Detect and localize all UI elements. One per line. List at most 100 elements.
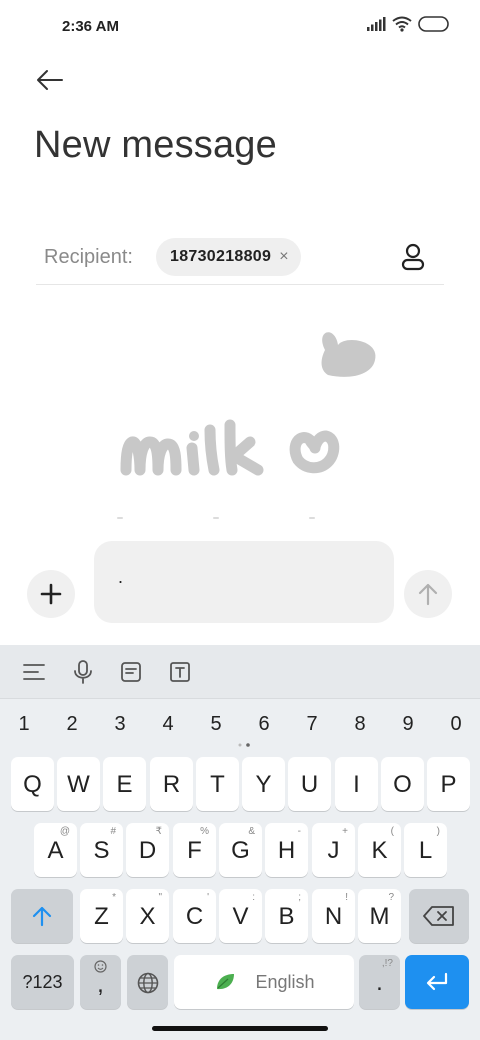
status-time: 2:36 AM: [62, 18, 119, 35]
key-h[interactable]: -H: [265, 823, 308, 877]
key-label: R: [162, 771, 181, 798]
key-w[interactable]: W: [57, 757, 100, 811]
key-x[interactable]: " X: [126, 889, 169, 943]
key-g[interactable]: & G: [219, 823, 262, 877]
key-i[interactable]: I: [335, 757, 378, 811]
wifi-icon: [392, 16, 412, 32]
key-9[interactable]: 9: [388, 707, 428, 741]
key-secondary: (: [390, 826, 394, 837]
key-j[interactable]: + J: [312, 823, 355, 877]
numeric-mode-key[interactable]: ?123: [11, 955, 74, 1009]
key-label: V: [232, 903, 249, 930]
text-format-icon: [170, 662, 190, 682]
key-secondary: ;: [298, 892, 301, 903]
menu-lines-icon: [23, 664, 45, 680]
key-8[interactable]: 8: [340, 707, 380, 741]
key-b[interactable]: ; B: [265, 889, 308, 943]
page-indicator: [238, 743, 250, 747]
key-a[interactable]: @ A: [34, 823, 77, 877]
key-secondary: ': [207, 892, 209, 903]
enter-icon: [426, 972, 448, 991]
key-6[interactable]: 6: [244, 707, 284, 741]
key-t[interactable]: T: [196, 757, 239, 811]
key-c[interactable]: ' C: [173, 889, 216, 943]
key-label: M: [369, 903, 390, 930]
key-label: W: [67, 771, 90, 798]
key-7[interactable]: 7: [292, 707, 332, 741]
key-label: D: [138, 837, 157, 864]
recipient-label: Recipient:: [44, 246, 133, 268]
key-v[interactable]: :V: [219, 889, 262, 943]
key-l[interactable]: ) L: [404, 823, 447, 877]
key-secondary: ": [158, 892, 162, 903]
key-q[interactable]: Q: [11, 757, 54, 811]
key-f[interactable]: % F: [173, 823, 216, 877]
back-button[interactable]: [28, 62, 72, 98]
key-u[interactable]: U: [288, 757, 331, 811]
key-label: .: [376, 969, 383, 996]
space-key[interactable]: English: [174, 955, 354, 1009]
recipient-row: Recipient: 18730218809 ×: [36, 232, 444, 285]
key-z[interactable]: * Z: [80, 889, 123, 943]
voice-input-button[interactable]: [69, 658, 97, 686]
enter-key[interactable]: [405, 955, 469, 1009]
key-label: L: [418, 837, 433, 864]
emoji-comma-key[interactable]: ,: [80, 955, 121, 1009]
key-2[interactable]: 2: [52, 707, 92, 741]
status-bar: 2:36 AM: [0, 0, 480, 56]
key-label: K: [371, 837, 388, 864]
clipboard-icon: [121, 662, 141, 682]
key-m[interactable]: ? M: [358, 889, 401, 943]
menu-button[interactable]: [20, 658, 48, 686]
key-y[interactable]: Y: [242, 757, 285, 811]
key-3[interactable]: 3: [100, 707, 140, 741]
key-label: H: [277, 837, 296, 864]
key-label: T: [210, 771, 225, 798]
recipient-chip[interactable]: 18730218809 ×: [156, 238, 301, 276]
key-n[interactable]: ! N: [312, 889, 355, 943]
attach-button[interactable]: [27, 570, 75, 618]
period-key[interactable]: ,!? .: [359, 955, 400, 1009]
key-label: ?123: [22, 972, 63, 992]
chip-close-icon[interactable]: ×: [279, 248, 288, 266]
key-secondary: -: [297, 826, 301, 837]
contact-picker-button[interactable]: [396, 240, 430, 274]
key-label: C: [185, 903, 204, 930]
key-r[interactable]: R: [150, 757, 193, 811]
key-0[interactable]: 0: [436, 707, 476, 741]
key-label: Q: [23, 771, 42, 798]
key-label: B: [278, 903, 295, 930]
key-4[interactable]: 4: [148, 707, 188, 741]
arrow-up-icon: [418, 583, 438, 606]
key-secondary: &: [248, 826, 255, 837]
key-o[interactable]: O: [381, 757, 424, 811]
shift-key[interactable]: [11, 889, 73, 943]
globe-icon: [137, 972, 159, 994]
language-key[interactable]: [127, 955, 168, 1009]
key-e[interactable]: E: [103, 757, 146, 811]
key-secondary: +: [342, 826, 348, 837]
number-row: 1 2 3 4 5 6 7 8 9 0: [0, 707, 480, 741]
message-input[interactable]: .: [94, 541, 394, 623]
key-secondary: :: [252, 892, 255, 903]
home-indicator: [152, 1026, 328, 1031]
key-5[interactable]: 5: [196, 707, 236, 741]
key-secondary: #: [110, 826, 116, 837]
key-p[interactable]: P: [427, 757, 470, 811]
key-label: N: [324, 903, 343, 930]
key-label: I: [353, 771, 360, 798]
key-secondary: ?: [388, 892, 394, 903]
key-label: G: [231, 837, 250, 864]
clipboard-button[interactable]: [117, 658, 145, 686]
space-language-label: English: [255, 972, 315, 992]
key-label: X: [139, 903, 156, 930]
send-button[interactable]: [404, 570, 452, 618]
key-s[interactable]: # S: [80, 823, 123, 877]
text-edit-button[interactable]: [166, 658, 194, 686]
key-label: J: [327, 837, 340, 864]
key-1[interactable]: 1: [4, 707, 44, 741]
backspace-key[interactable]: [409, 889, 469, 943]
key-k[interactable]: (K: [358, 823, 401, 877]
key-secondary: %: [200, 826, 209, 837]
key-d[interactable]: ₹ D: [126, 823, 169, 877]
